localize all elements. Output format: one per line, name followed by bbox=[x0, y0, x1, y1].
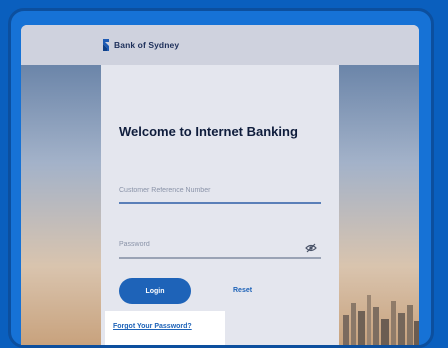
eye-slash-icon[interactable] bbox=[305, 240, 317, 258]
browser-screen: Bank of Sydney Welcome to Internet Banki… bbox=[21, 25, 419, 345]
forgot-password-highlight: Forgot Your Password? bbox=[105, 311, 225, 345]
customer-reference-input[interactable] bbox=[119, 180, 321, 200]
brand-logo[interactable]: Bank of Sydney bbox=[101, 38, 179, 52]
brand-name: Bank of Sydney bbox=[114, 40, 180, 50]
login-panel: Welcome to Internet Banking Login Reset bbox=[101, 65, 339, 345]
device-frame: Bank of Sydney Welcome to Internet Banki… bbox=[8, 8, 434, 348]
top-bar: Bank of Sydney bbox=[21, 25, 419, 65]
page-title: Welcome to Internet Banking bbox=[119, 124, 298, 139]
customer-reference-underline bbox=[119, 202, 321, 204]
reset-link[interactable]: Reset bbox=[233, 287, 252, 294]
login-button[interactable]: Login bbox=[119, 278, 191, 304]
password-underline bbox=[119, 257, 321, 259]
bank-logo-icon bbox=[101, 38, 111, 52]
password-input[interactable] bbox=[119, 234, 321, 254]
forgot-password-link[interactable]: Forgot Your Password? bbox=[113, 323, 192, 330]
city-skyline bbox=[343, 295, 419, 345]
